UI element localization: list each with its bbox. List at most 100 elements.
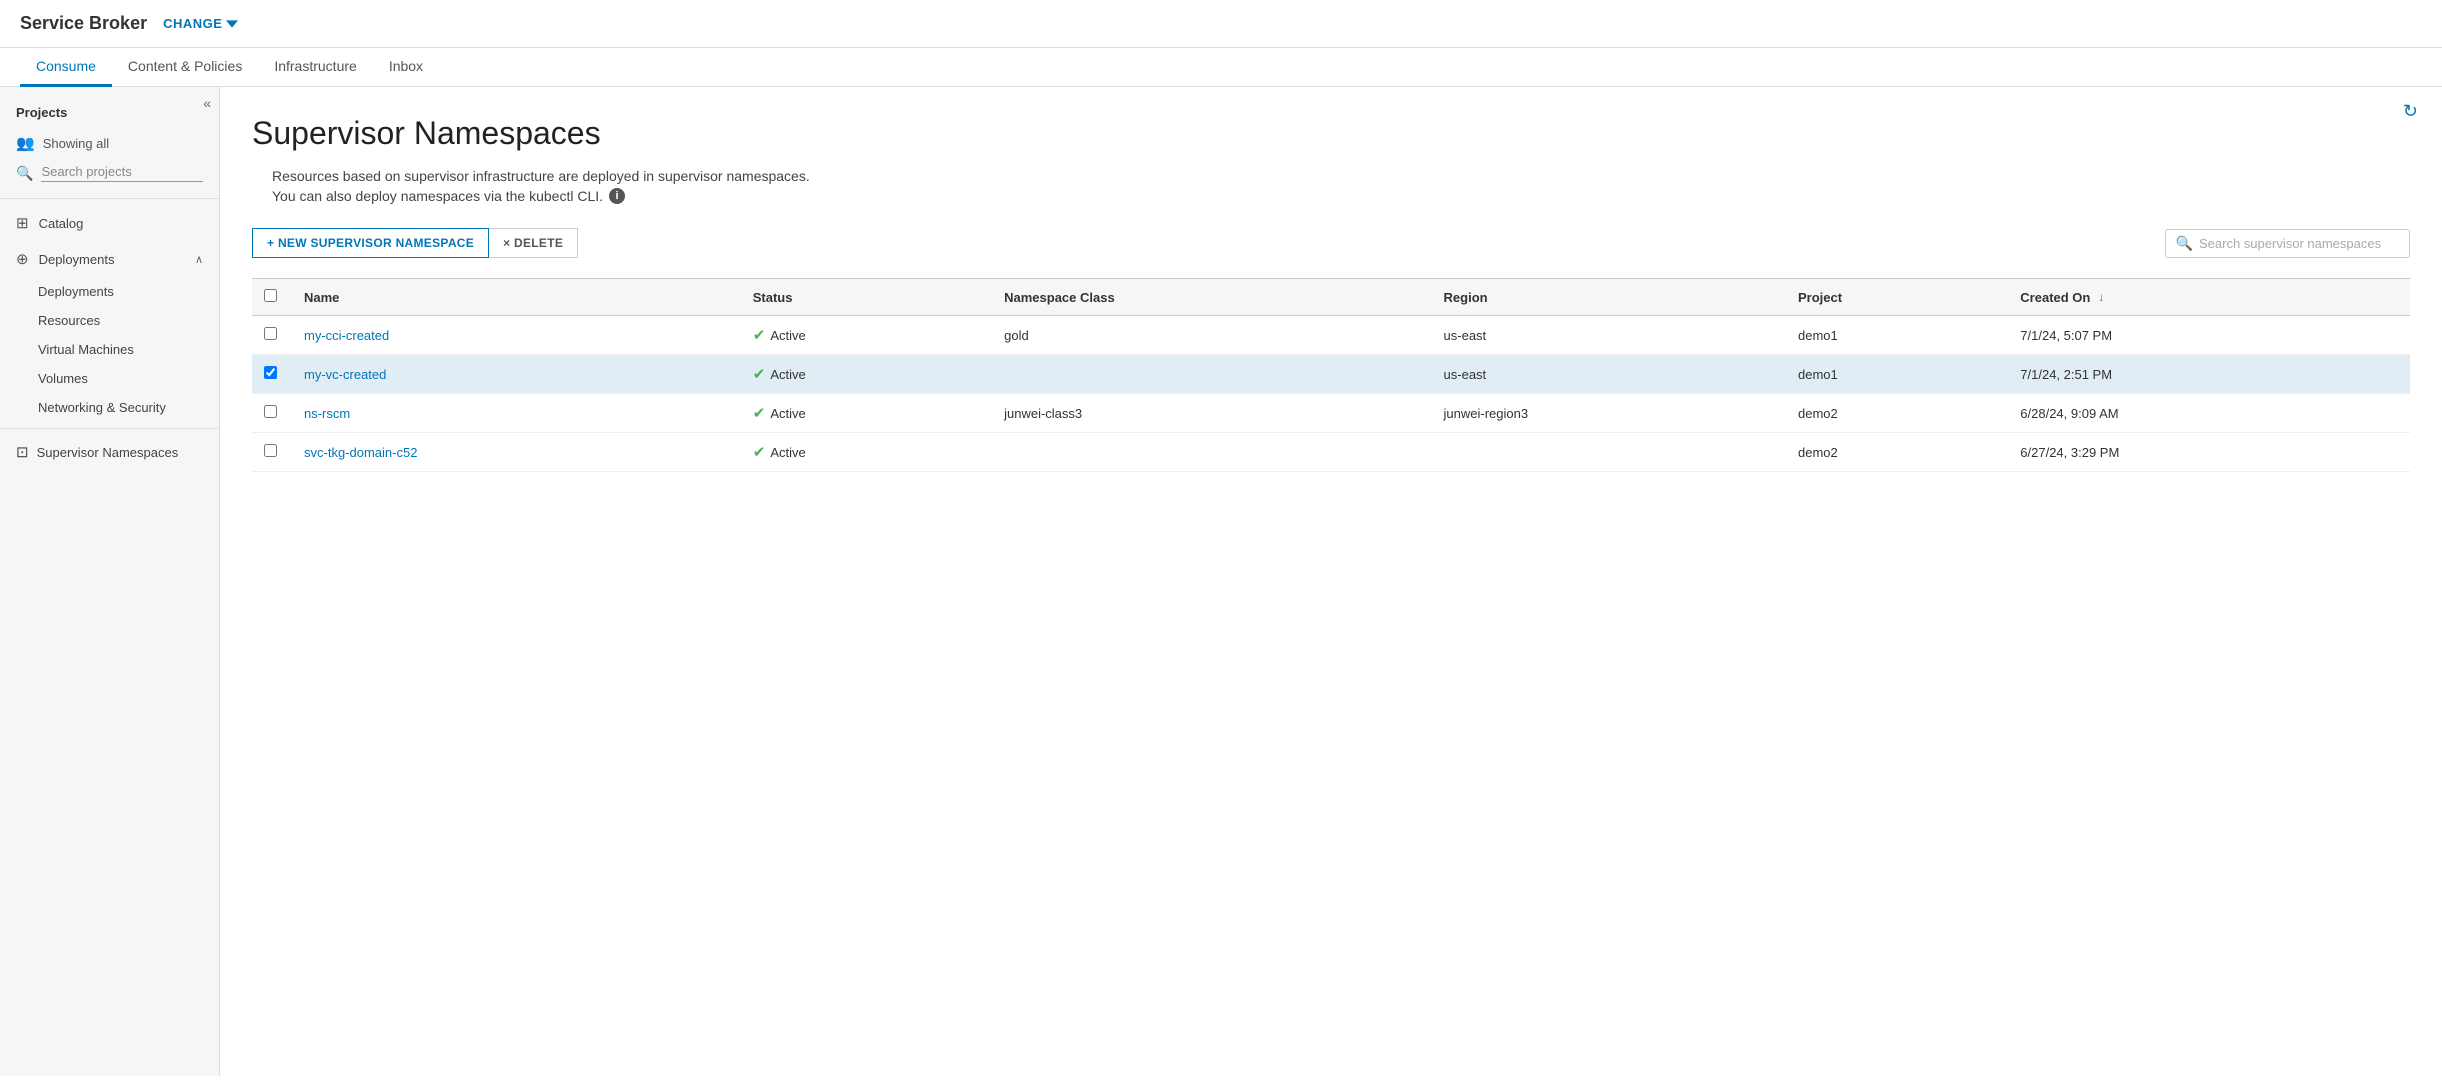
people-icon: 👥 — [16, 134, 35, 152]
row-created-on: 6/28/24, 9:09 AM — [2008, 394, 2410, 433]
nav-tabs: Consume Content & Policies Infrastructur… — [0, 48, 2442, 87]
status-active-icon: ✔ — [753, 365, 766, 383]
sidebar-item-catalog[interactable]: ⊞ Catalog — [0, 205, 219, 241]
search-namespaces: 🔍 — [2165, 229, 2410, 258]
status-label: Active — [770, 367, 805, 382]
deployments-label: Deployments — [39, 252, 115, 267]
row-status: ✔ Active — [741, 394, 992, 433]
row-region — [1432, 433, 1786, 472]
row-status: ✔ Active — [741, 316, 992, 355]
row-name: svc-tkg-domain-c52 — [292, 433, 741, 472]
row-project: demo1 — [1786, 316, 2008, 355]
bullet-text-2: You can also deploy namespaces via the k… — [272, 188, 603, 204]
status-label: Active — [770, 406, 805, 421]
row-checkbox[interactable] — [264, 444, 277, 457]
row-name: ns-rscm — [292, 394, 741, 433]
sidebar-item-resources[interactable]: Resources — [0, 306, 219, 335]
change-button[interactable]: CHANGE — [163, 16, 238, 31]
row-checkbox[interactable] — [264, 366, 277, 379]
row-created-on: 6/27/24, 3:29 PM — [2008, 433, 2410, 472]
row-namespace-class: gold — [992, 316, 1431, 355]
row-status: ✔ Active — [741, 355, 992, 394]
sidebar-item-networking-security[interactable]: Networking & Security — [0, 393, 219, 422]
deployments-icon: ⊕ — [16, 250, 29, 268]
th-namespace-class[interactable]: Namespace Class — [992, 279, 1431, 316]
row-status: ✔ Active — [741, 433, 992, 472]
info-icon[interactable]: i — [609, 188, 625, 204]
table-row: ns-rscm ✔ Active junwei-class3 junwei-re… — [252, 394, 2410, 433]
projects-label: Projects — [0, 87, 219, 128]
select-all-checkbox[interactable] — [264, 289, 277, 302]
row-created-on: 7/1/24, 2:51 PM — [2008, 355, 2410, 394]
sidebar-item-deployments-sub[interactable]: Deployments — [0, 277, 219, 306]
row-name: my-vc-created — [292, 355, 741, 394]
tab-content-policies[interactable]: Content & Policies — [112, 48, 258, 87]
row-checkbox[interactable] — [264, 405, 277, 418]
catalog-label: Catalog — [39, 216, 84, 231]
supervisor-ns-label: Supervisor Namespaces — [37, 445, 179, 460]
delete-button[interactable]: × DELETE — [489, 228, 578, 258]
content-area: ↻ Supervisor Namespaces Resources based … — [220, 87, 2442, 1076]
bullet-text-1: Resources based on supervisor infrastruc… — [272, 168, 810, 184]
sidebar-item-supervisor-namespaces[interactable]: ⊡ Supervisor Namespaces — [0, 435, 219, 469]
sidebar-item-volumes[interactable]: Volumes — [0, 364, 219, 393]
app-title: Service Broker — [20, 13, 147, 34]
main-layout: « Projects 👥 Showing all 🔍 ⊞ Catalog ⊕ D… — [0, 87, 2442, 1076]
tab-inbox[interactable]: Inbox — [373, 48, 439, 87]
tab-infrastructure[interactable]: Infrastructure — [258, 48, 372, 87]
namespace-link[interactable]: ns-rscm — [304, 406, 350, 421]
th-created-on[interactable]: Created On ↓ — [2008, 279, 2410, 316]
row-project: demo2 — [1786, 394, 2008, 433]
sort-icon: ↓ — [2098, 290, 2104, 304]
row-checkbox-cell — [252, 394, 292, 433]
sidebar-divider — [0, 198, 219, 199]
row-project: demo2 — [1786, 433, 2008, 472]
row-checkbox[interactable] — [264, 327, 277, 340]
sidebar-collapse-button[interactable]: « — [203, 95, 211, 111]
row-namespace-class — [992, 433, 1431, 472]
row-created-on: 7/1/24, 5:07 PM — [2008, 316, 2410, 355]
search-icon: 🔍 — [16, 165, 33, 182]
namespace-link[interactable]: my-vc-created — [304, 367, 386, 382]
sidebar-item-virtual-machines[interactable]: Virtual Machines — [0, 335, 219, 364]
th-project[interactable]: Project — [1786, 279, 2008, 316]
th-checkbox — [252, 279, 292, 316]
new-supervisor-namespace-button[interactable]: + NEW SUPERVISOR NAMESPACE — [252, 228, 489, 258]
sidebar-item-deployments[interactable]: ⊕ Deployments ∧ — [0, 241, 219, 277]
row-checkbox-cell — [252, 316, 292, 355]
search-namespaces-input[interactable] — [2199, 236, 2399, 251]
sidebar: « Projects 👥 Showing all 🔍 ⊞ Catalog ⊕ D… — [0, 87, 220, 1076]
change-label: CHANGE — [163, 16, 222, 31]
page-title: Supervisor Namespaces — [252, 115, 2410, 152]
namespace-link[interactable]: svc-tkg-domain-c52 — [304, 445, 417, 460]
sidebar-divider-2 — [0, 428, 219, 429]
th-status[interactable]: Status — [741, 279, 992, 316]
top-bar: Service Broker CHANGE — [0, 0, 2442, 48]
namespaces-table: Name Status Namespace Class Region Proje… — [252, 278, 2410, 472]
row-region: us-east — [1432, 355, 1786, 394]
sidebar-showing-all[interactable]: 👥 Showing all — [0, 128, 219, 158]
info-bullets: Resources based on supervisor infrastruc… — [252, 168, 2410, 204]
table-row: svc-tkg-domain-c52 ✔ Active demo2 6/27/2… — [252, 433, 2410, 472]
row-namespace-class — [992, 355, 1431, 394]
th-created-on-label: Created On — [2020, 290, 2090, 305]
toolbar: + NEW SUPERVISOR NAMESPACE × DELETE 🔍 — [252, 228, 2410, 258]
row-checkbox-cell — [252, 355, 292, 394]
table-row: my-vc-created ✔ Active us-east demo1 7/1… — [252, 355, 2410, 394]
row-name: my-cci-created — [292, 316, 741, 355]
refresh-button[interactable]: ↻ — [2403, 101, 2418, 122]
row-namespace-class: junwei-class3 — [992, 394, 1431, 433]
tab-consume[interactable]: Consume — [20, 48, 112, 87]
th-region[interactable]: Region — [1432, 279, 1786, 316]
chevron-icon: ∧ — [195, 253, 203, 266]
table-row: my-cci-created ✔ Active gold us-east dem… — [252, 316, 2410, 355]
sidebar-search: 🔍 — [0, 158, 219, 192]
th-name[interactable]: Name — [292, 279, 741, 316]
status-active-icon: ✔ — [753, 404, 766, 422]
supervisor-ns-icon: ⊡ — [16, 443, 29, 461]
namespace-link[interactable]: my-cci-created — [304, 328, 389, 343]
chevron-down-icon — [226, 18, 238, 30]
search-projects-input[interactable] — [41, 164, 203, 182]
status-label: Active — [770, 328, 805, 343]
status-active-icon: ✔ — [753, 326, 766, 344]
